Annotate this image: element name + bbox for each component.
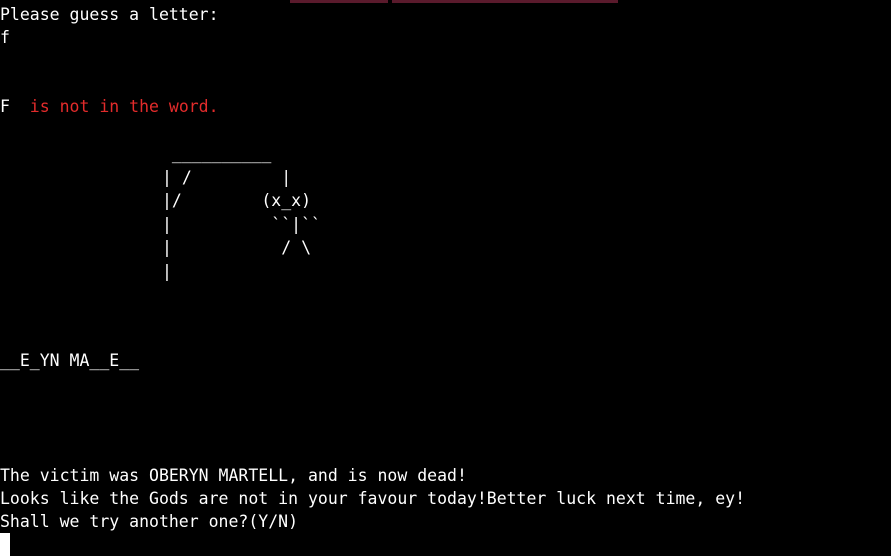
guess-input-echo: f bbox=[0, 28, 10, 47]
not-in-word-message: is not in the word. bbox=[9, 97, 219, 116]
guess-prompt: Please guess a letter: bbox=[0, 5, 219, 24]
word-progress: __E_YN MA__E__ bbox=[0, 351, 140, 370]
guessed-letter: F bbox=[0, 97, 10, 116]
taunt-message: Looks like the Gods are not in your favo… bbox=[0, 489, 746, 508]
terminal-window[interactable]: Please guess a letter: f F is not in the… bbox=[0, 0, 891, 556]
feedback-line: F is not in the word. bbox=[0, 95, 219, 118]
tab-indicator bbox=[290, 0, 388, 3]
replay-prompt: Shall we try another one?(Y/N) bbox=[0, 512, 299, 531]
hangman-gallows-art: __________ | / | |/ (x_x) | ``|`` | / \ … bbox=[162, 144, 321, 281]
result-message: The victim was OBERYN MARTELL, and is no… bbox=[0, 466, 467, 485]
tab-indicator bbox=[392, 0, 618, 3]
text-cursor[interactable] bbox=[0, 533, 10, 556]
